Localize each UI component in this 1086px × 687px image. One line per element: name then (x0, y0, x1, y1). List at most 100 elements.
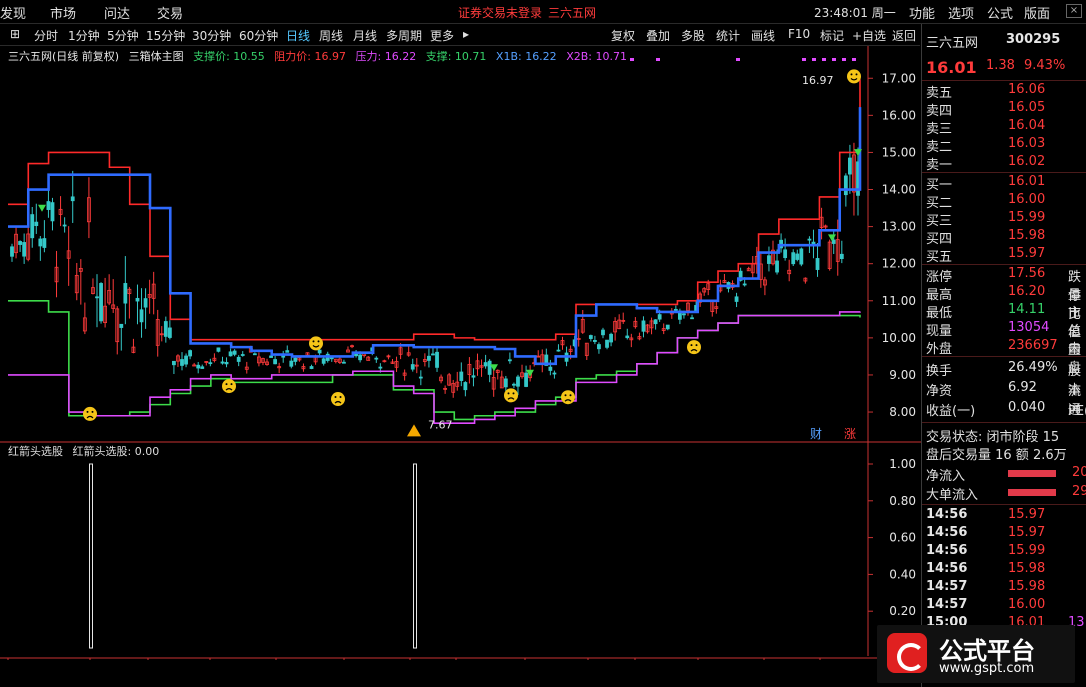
tool-draw[interactable]: 画线 (751, 27, 775, 44)
tool-mark[interactable]: 标记 (820, 27, 844, 44)
price-label: 15.00 (882, 145, 916, 159)
candle-body (342, 361, 346, 364)
sub-indicator-value: 红箭头选股: 0.00 (72, 445, 160, 458)
menu-formula[interactable]: 公式 (987, 3, 1013, 22)
menu-trade[interactable]: 交易 (157, 3, 183, 22)
candle-body (843, 175, 848, 196)
period-weekly[interactable]: 周线 (319, 27, 343, 44)
period-30min[interactable]: 30分钟 (192, 27, 231, 44)
more-dropdown-icon[interactable]: ▸ (463, 27, 469, 41)
netflow-label: 净流入 (926, 469, 966, 484)
period-daily[interactable]: 日线 (286, 27, 310, 44)
menu-function[interactable]: 功能 (909, 3, 935, 22)
stat-row-label: 外盘 (926, 342, 953, 357)
stat-row-value: 14.11 (1008, 302, 1046, 317)
brand-url: www.gspt.com (939, 661, 1035, 676)
period-more[interactable]: 更多 (430, 27, 454, 44)
close-icon[interactable]: × (1066, 4, 1082, 18)
candle-body (196, 364, 201, 369)
period-15min[interactable]: 15分钟 (146, 27, 185, 44)
period-5min[interactable]: 5分钟 (107, 27, 139, 44)
netflow-bar (1008, 470, 1056, 477)
bid-level: 买二 16.00 (926, 192, 1086, 211)
candle-body (236, 356, 241, 362)
tool-overlay[interactable]: 叠加 (646, 27, 670, 44)
menu-wenda[interactable]: 问达 (104, 3, 130, 22)
tick-row-value: 15.99 (1008, 543, 1046, 558)
tool-add-watch[interactable]: +自选 (852, 27, 886, 44)
bid-level-label: 买三 (926, 214, 953, 229)
bid-level-label: 买五 (926, 250, 953, 265)
candle-body (791, 252, 796, 265)
sub-label: 0.20 (889, 604, 916, 618)
stat2-row-value: 6.92 (1008, 380, 1037, 395)
login-notice[interactable]: 证券交易未登录 (458, 4, 542, 21)
face-eye (86, 410, 89, 413)
candle-body (431, 353, 435, 356)
stock-name: 三六五网 (926, 36, 979, 51)
menu-discover[interactable]: 发现 (0, 3, 26, 22)
candle-body (767, 255, 771, 264)
period-1min[interactable]: 1分钟 (68, 27, 100, 44)
price-label: 10.00 (882, 331, 916, 345)
candle-body (609, 333, 613, 343)
divider (922, 172, 1086, 173)
face-eye (850, 73, 853, 76)
tick-row: 14:56 15.99 (926, 543, 1086, 561)
price-label: 9.00 (889, 368, 916, 382)
tool-back[interactable]: 返回 (892, 27, 916, 44)
tool-stats[interactable]: 统计 (716, 27, 740, 44)
candle-body (228, 351, 233, 357)
stat2-row: 净资 6.92 流通 (926, 380, 1086, 418)
x1b-label: X1B: 16.22 (495, 50, 557, 63)
candle-body (795, 253, 800, 260)
face-eye (690, 344, 693, 347)
period-fenshi[interactable]: 分时 (34, 27, 58, 44)
grid-icon[interactable]: ⊞ (10, 27, 20, 41)
tool-multistock[interactable]: 多股 (681, 27, 705, 44)
stat-row: 涨停 17.56 跌停 (926, 266, 1086, 304)
candle-body (831, 239, 836, 244)
indicator-name[interactable]: 三箱体主图 (129, 50, 184, 63)
candle-body (42, 238, 47, 248)
candle-body (524, 372, 528, 387)
candle-body (232, 350, 237, 355)
ask-level-value: 16.03 (1008, 136, 1046, 151)
candle-body (309, 366, 314, 369)
kline-chart[interactable]: 16.97 7.67 财 涨 17.00 16.00 15.00 14.00 13.00 12.… (0, 46, 921, 660)
tool-f10[interactable]: F10 (788, 27, 810, 41)
candle-body (597, 344, 601, 350)
face-eye (312, 340, 315, 343)
ask-level-label: 卖三 (926, 122, 953, 137)
candle-body (358, 354, 363, 361)
period-multi[interactable]: 多周期 (386, 27, 422, 44)
bigflow-row: 大单流入 29 (926, 484, 1086, 503)
sad-icon (222, 379, 236, 394)
stat-row: 最低 14.11 市值 (926, 302, 1086, 340)
sad-icon (687, 340, 701, 355)
sad-icon (83, 406, 97, 421)
sub-indicator-name[interactable]: 红箭头选股 (8, 445, 63, 458)
netflow-value: 20 (1072, 465, 1086, 480)
menu-options[interactable]: 选项 (948, 3, 974, 22)
candle-body (374, 357, 379, 360)
stat2-row: 收益(一) 0.040 PE(动 (926, 400, 1086, 419)
stat-row-value: 17.56 (1008, 266, 1046, 281)
period-monthly[interactable]: 月线 (353, 27, 377, 44)
candle-body (22, 242, 27, 257)
menu-market[interactable]: 市场 (50, 3, 76, 22)
tool-fuquan[interactable]: 复权 (611, 27, 635, 44)
stock-notice[interactable]: 三六五网 (548, 4, 596, 21)
price-label: 11.00 (882, 294, 916, 308)
signal-dash (832, 58, 836, 61)
candle-body (70, 196, 75, 202)
candle-body (487, 360, 492, 375)
period-60min[interactable]: 60分钟 (239, 27, 278, 44)
signal-dash (736, 58, 740, 61)
face-eye (695, 344, 698, 347)
netflow-row: 净流入 20 (926, 465, 1086, 484)
candle-body (317, 349, 322, 354)
divider (922, 80, 1086, 81)
menu-layout[interactable]: 版面 (1024, 3, 1050, 22)
candle-body (673, 308, 678, 311)
